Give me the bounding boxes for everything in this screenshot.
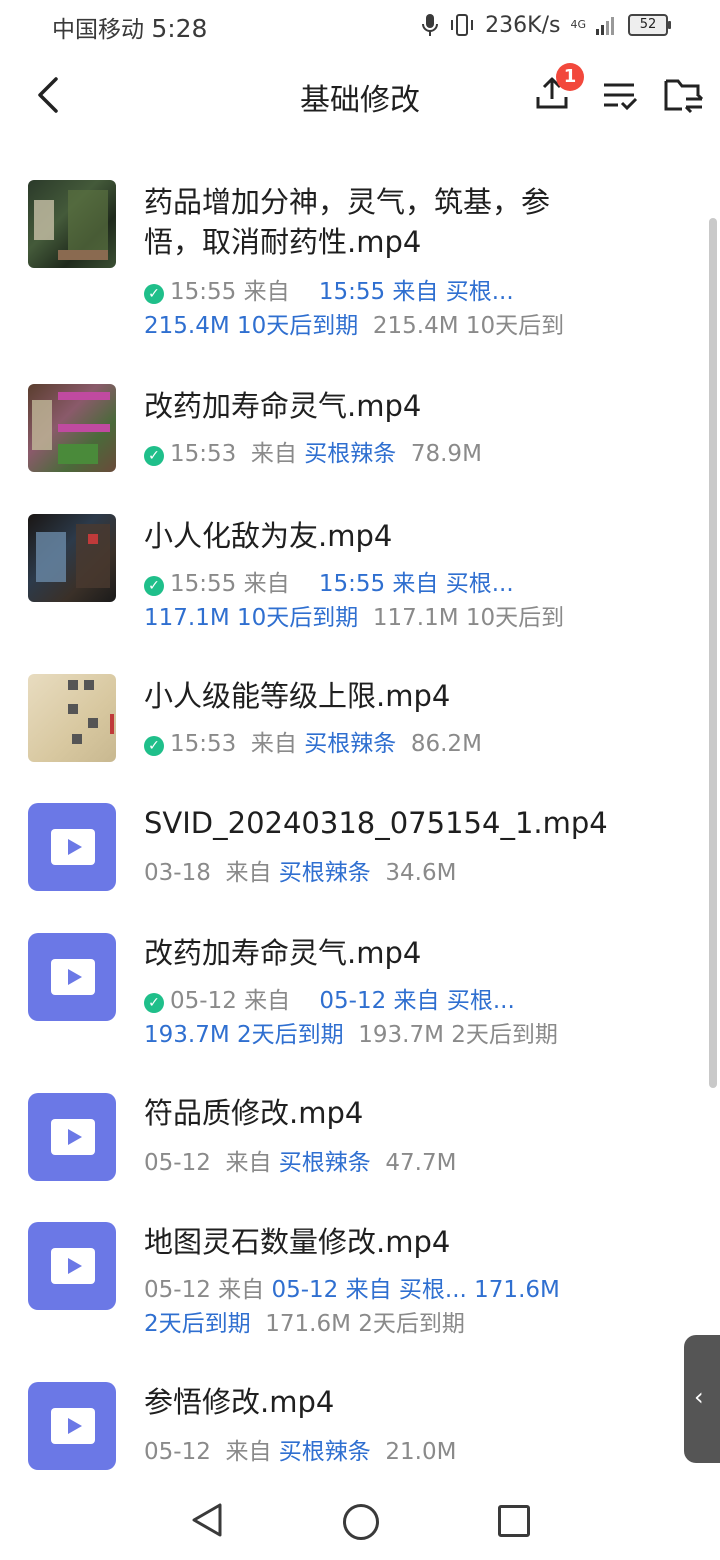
vibrate-icon <box>451 14 474 36</box>
chevron-left-icon: ‹ <box>694 1383 704 1411</box>
video-thumbnail <box>28 514 116 602</box>
microphone-icon <box>422 14 439 36</box>
file-meta: ✓ 15:53 来自 买根辣条 78.9M <box>144 438 624 471</box>
folder-transfer-icon[interactable] <box>662 73 706 117</box>
play-icon <box>51 959 95 995</box>
system-nav-bar <box>0 1480 720 1560</box>
nav-back-icon[interactable] <box>190 1502 224 1538</box>
app-header: 基础修改 1 <box>0 55 720 135</box>
video-thumbnail <box>28 384 116 472</box>
synced-check-icon: ✓ <box>144 284 164 304</box>
status-bar: 中国移动 5:28 236K/s 4G 52 <box>0 0 720 50</box>
file-name: 参悟修改.mp4 <box>144 1385 335 1419</box>
synced-check-icon: ✓ <box>144 576 164 596</box>
sort-list-icon[interactable] <box>598 73 642 117</box>
play-icon <box>51 1408 95 1444</box>
synced-check-icon: ✓ <box>144 446 164 466</box>
video-thumbnail <box>28 180 116 268</box>
file-name: 改药加寿命灵气.mp4 <box>144 389 422 423</box>
synced-check-icon: ✓ <box>144 736 164 756</box>
play-icon <box>51 1119 95 1155</box>
file-name: 小人化敌为友.mp4 <box>144 519 393 553</box>
file-name: 符品质修改.mp4 <box>144 1096 364 1130</box>
file-meta: ✓ 15:55 来自 15:55 来自 买根... <box>144 276 624 309</box>
file-meta: 05-12 来自 买根辣条 21.0M <box>144 1439 457 1465</box>
file-meta: 05-12 来自 买根辣条 47.7M <box>144 1150 457 1176</box>
file-name: 药品增加分神，灵气，筑基，参悟，取消耐药性.mp4 <box>144 185 551 259</box>
video-file-icon <box>28 803 116 891</box>
video-file-icon <box>28 933 116 1021</box>
synced-check-icon: ✓ <box>144 993 164 1013</box>
file-meta-2: 117.1M 10天后到期 117.1M 10天后到 <box>144 605 565 631</box>
battery-icon: 52 <box>628 14 671 36</box>
file-meta-2: 2天后到期 171.6M 2天后到期 <box>144 1311 465 1337</box>
network-type: 4G <box>570 18 586 31</box>
file-meta: 03-18 来自 买根辣条 34.6M <box>144 860 457 886</box>
side-panel-handle[interactable]: ‹ <box>684 1335 720 1463</box>
status-right: 236K/s 4G 52 <box>421 10 671 40</box>
nav-home-icon[interactable] <box>343 1504 379 1540</box>
carrier-label: 中国移动 <box>52 17 144 43</box>
clock: 5:28 <box>151 14 208 43</box>
file-meta: ✓ 15:53 来自 买根辣条 86.2M <box>144 728 624 761</box>
signal-icon <box>596 17 614 35</box>
file-meta-2: 215.4M 10天后到期 215.4M 10天后到 <box>144 313 565 339</box>
file-meta: 05-12 来自 05-12 来自 买根... 171.6M <box>144 1277 560 1303</box>
file-name: 地图灵石数量修改.mp4 <box>144 1225 451 1259</box>
file-name: 小人级能等级上限.mp4 <box>144 679 451 713</box>
upload-count-badge: 1 <box>556 63 584 91</box>
network-speed: 236K/s <box>485 12 561 38</box>
video-file-icon <box>28 1093 116 1181</box>
play-icon <box>51 1248 95 1284</box>
video-thumbnail <box>28 674 116 762</box>
file-name: SVID_20240318_075154_1.mp4 <box>144 806 608 840</box>
file-name: 改药加寿命灵气.mp4 <box>144 936 422 970</box>
video-file-icon <box>28 1382 116 1470</box>
file-meta: ✓ 05-12 来自 05-12 来自 买根... <box>144 985 624 1018</box>
status-left: 中国移动 5:28 <box>52 10 207 44</box>
file-meta: ✓ 15:55 来自 15:55 来自 买根... <box>144 568 624 601</box>
file-meta-2: 193.7M 2天后到期 193.7M 2天后到期 <box>144 1022 558 1048</box>
scrollbar[interactable] <box>709 218 717 1088</box>
play-icon <box>51 829 95 865</box>
nav-recents-icon[interactable] <box>498 1505 530 1537</box>
video-file-icon <box>28 1222 116 1310</box>
